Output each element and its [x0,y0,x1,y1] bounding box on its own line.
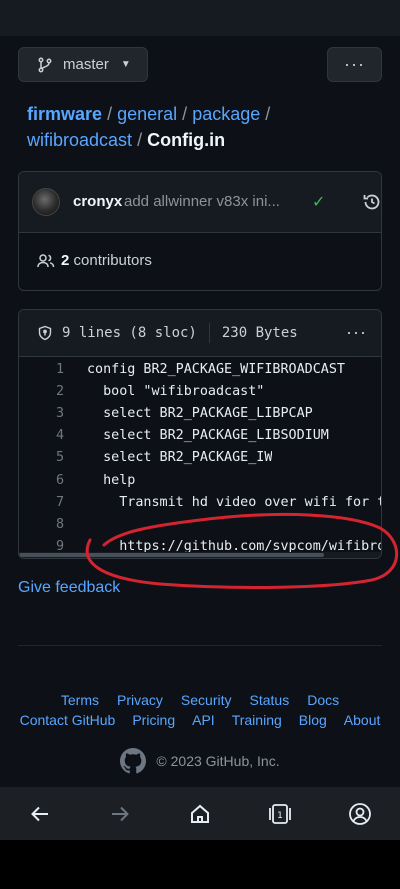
contributors-count: 2 [61,252,70,269]
give-feedback-link[interactable]: Give feedback [18,579,120,597]
breadcrumb-general-link[interactable]: general [117,104,177,124]
account-icon [349,802,371,825]
branch-selector-button[interactable]: master ▼ [18,47,148,82]
latest-commit-box: cronyx add allwinner v83x ini... ✓ 2 con… [18,171,382,291]
divider [208,323,210,343]
line-number[interactable]: 2 [19,384,64,399]
avatar[interactable] [32,188,60,216]
breadcrumb-current-file: Config.in [147,130,226,150]
file-size: 230 Bytes [221,325,298,341]
footer-copyright: © 2023 GitHub, Inc. [0,748,400,774]
footer-link-terms[interactable]: Terms [61,692,99,708]
file-options-button[interactable]: ··· [346,322,367,343]
home-icon [191,804,209,823]
file-viewer: 9 lines (8 sloc) 230 Bytes ··· 1 config B… [18,309,382,559]
system-navigation-bar [0,840,400,889]
breadcrumb: firmware / general / package / wifibroad… [27,101,387,153]
more-options-button[interactable]: ··· [327,47,382,82]
footer-link-privacy[interactable]: Privacy [117,692,163,708]
breadcrumb-package-link[interactable]: package [192,104,260,124]
footer-link-blog[interactable]: Blog [299,712,327,728]
browser-navigation-bar: 1 [0,787,400,840]
contributors-label: contributors [73,252,152,269]
caret-down-icon: ▼ [120,59,131,70]
breadcrumb-wifibroadcast-link[interactable]: wifibroadcast [27,130,132,150]
breadcrumb-separator: / [182,104,188,124]
breadcrumb-separator: / [265,104,271,124]
branch-name: master [63,56,109,73]
footer-link-pricing[interactable]: Pricing [132,712,175,728]
contributors-link[interactable]: 2 contributors [37,252,152,269]
code-line: 5 select BR2_PACKAGE_IW [19,447,381,469]
line-number[interactable]: 3 [19,406,64,421]
line-content: select BR2_PACKAGE_LIBPCAP [87,405,313,421]
svg-text:1: 1 [277,811,283,821]
code-line: 3 select BR2_PACKAGE_LIBPCAP [19,402,381,424]
history-icon[interactable] [362,192,382,212]
breadcrumb-repo-link[interactable]: firmware [27,104,102,124]
line-number[interactable]: 1 [19,362,64,377]
status-bar [0,0,400,36]
latest-commit-row: cronyx add allwinner v83x ini... ✓ [19,172,381,233]
commit-message[interactable]: add allwinner v83x ini... [124,193,304,210]
footer-links-row-1: Terms Privacy Security Status Docs [0,692,400,708]
code-line: 2 bool "wifibroadcast" [19,380,381,402]
file-line-count: 9 lines (8 sloc) [62,325,197,341]
footer-link-docs[interactable]: Docs [307,692,339,708]
shield-icon [38,325,52,341]
line-content: select BR2_PACKAGE_LIBSODIUM [87,428,329,444]
arrow-left-icon [31,806,48,821]
github-mark-icon[interactable] [120,748,147,774]
line-number[interactable]: 6 [19,473,64,488]
code-line: 4 select BR2_PACKAGE_LIBSODIUM [19,425,381,447]
footer-links-row-2: Contact GitHub Pricing API Training Blog… [0,712,400,728]
footer-divider [18,645,382,646]
footer-link-contact[interactable]: Contact GitHub [20,712,116,728]
git-branch-icon [38,57,52,72]
line-content: bool "wifibroadcast" [87,383,265,399]
forward-button[interactable] [100,794,140,834]
back-button[interactable] [20,794,60,834]
line-content: config BR2_PACKAGE_WIFIBROADCAST [87,361,345,377]
code-view[interactable]: 1 config BR2_PACKAGE_WIFIBROADCAST 2 bool… [19,358,381,558]
footer-link-security[interactable]: Security [181,692,232,708]
code-line: 8 [19,513,381,535]
line-number[interactable]: 7 [19,495,64,510]
check-icon[interactable]: ✓ [312,192,325,212]
footer-link-training[interactable]: Training [232,712,282,728]
line-number[interactable]: 5 [19,450,64,465]
code-line: 7 Transmit hd video over wifi for t [19,491,381,513]
horizontal-scrollbar[interactable] [19,552,381,558]
footer-link-status[interactable]: Status [250,692,290,708]
breadcrumb-separator: / [107,104,113,124]
line-content: help [87,472,136,488]
arrow-right-icon [112,806,129,821]
copyright-text: © 2023 GitHub, Inc. [156,753,280,769]
footer-link-about[interactable]: About [344,712,381,728]
line-content: Transmit hd video over wifi for t [87,494,381,510]
tabs-button[interactable]: 1 [260,794,300,834]
account-button[interactable] [340,794,380,834]
commit-author[interactable]: cronyx [73,193,122,210]
footer-link-api[interactable]: API [192,712,215,728]
line-number[interactable]: 4 [19,428,64,443]
line-number[interactable]: 8 [19,517,64,532]
file-header: 9 lines (8 sloc) 230 Bytes ··· [19,310,381,357]
scrollbar-thumb[interactable] [19,553,324,557]
home-button[interactable] [180,794,220,834]
people-icon [37,253,55,267]
line-content: select BR2_PACKAGE_IW [87,450,273,466]
breadcrumb-separator: / [137,130,143,150]
code-line: 6 help [19,469,381,491]
code-line: 1 config BR2_PACKAGE_WIFIBROADCAST [19,358,381,380]
tabs-icon: 1 [269,803,291,824]
